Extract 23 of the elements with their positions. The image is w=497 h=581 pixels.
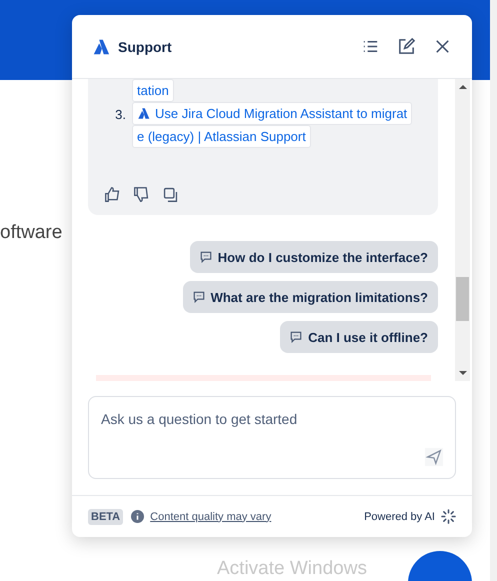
- comment-icon: [200, 251, 212, 263]
- suggestion-chip[interactable]: Can I use it offline?: [280, 321, 438, 353]
- beta-badge: BETA: [88, 508, 124, 524]
- info-icon: [131, 510, 144, 523]
- page-text: oftware: [0, 222, 62, 244]
- copy-icon[interactable]: [162, 186, 179, 203]
- question-field[interactable]: Ask us a question to get started: [88, 396, 456, 479]
- sparkle-icon: [441, 509, 456, 524]
- thumbs-down-icon[interactable]: [133, 186, 150, 203]
- thumbs-up-icon[interactable]: [104, 186, 121, 203]
- comment-icon: [290, 331, 302, 343]
- source-link[interactable]: tation: [132, 79, 174, 102]
- panel-title: Support: [118, 38, 172, 54]
- suggestion-chip[interactable]: How do I customize the interface?: [190, 241, 438, 273]
- edit-icon[interactable]: [397, 37, 416, 56]
- scrollbar[interactable]: [455, 79, 470, 381]
- suggestion-chip[interactable]: What are the migration limitations?: [182, 281, 438, 313]
- disclaimer-link[interactable]: Content quality may vary: [150, 510, 272, 522]
- logo-icon: [92, 38, 110, 56]
- send-icon[interactable]: [425, 448, 443, 466]
- comment-icon: [192, 291, 205, 303]
- list-number: 3.: [114, 106, 127, 124]
- powered-by-label: Powered by AI: [364, 510, 435, 522]
